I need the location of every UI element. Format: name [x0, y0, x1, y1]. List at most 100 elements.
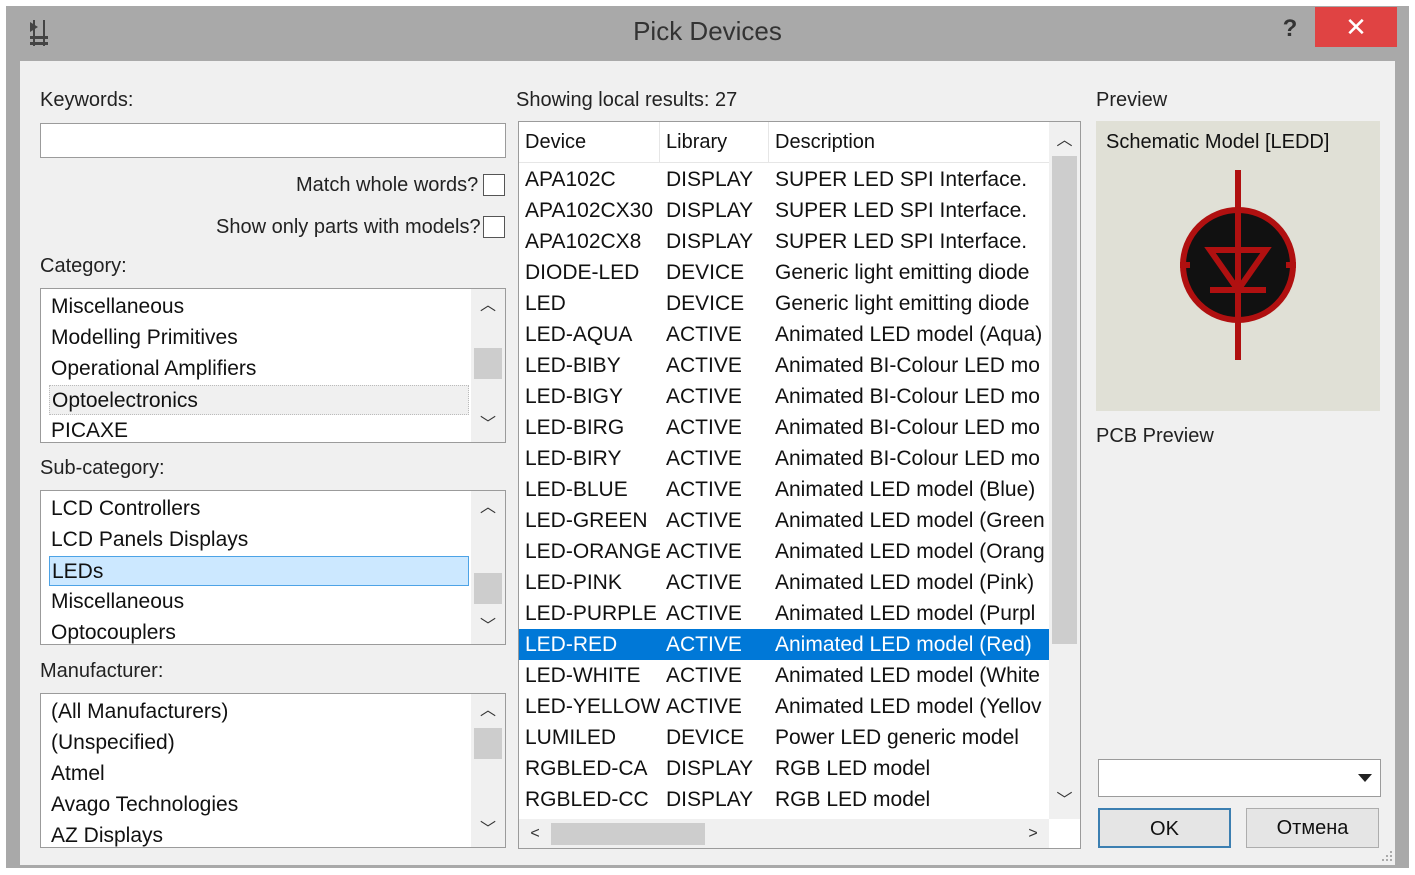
table-row[interactable]: LED-YELLOW ACTIVE Animated LED model (Yell… — [519, 691, 1049, 722]
scroll-up-arrow-icon[interactable]: ︿ — [471, 493, 505, 523]
category-list[interactable]: Miscellaneous Modelling Primitives Opera… — [40, 288, 506, 443]
list-item[interactable]: Modelling Primitives — [49, 323, 469, 353]
scroll-thumb[interactable] — [474, 573, 502, 604]
manufacturer-scrollbar[interactable]: ︿ ﹀ — [471, 694, 505, 847]
resize-grip-icon[interactable] — [1380, 849, 1394, 863]
list-item[interactable]: Avago Technologies — [49, 790, 469, 820]
cell-device: LED-GREEN — [525, 509, 648, 532]
scroll-right-arrow-icon[interactable]: > — [1019, 819, 1047, 848]
subcategory-scrollbar[interactable]: ︿ ﹀ — [471, 491, 505, 644]
table-horizontal-scrollbar[interactable]: < > — [519, 819, 1049, 848]
cell-description: Animated LED model (Purpl — [775, 602, 1036, 625]
scroll-up-arrow-icon[interactable]: ︿ — [471, 291, 505, 321]
table-row[interactable]: LED-PURPLE ACTIVE Animated LED model (Purp… — [519, 598, 1049, 629]
cell-library: DISPLAY — [666, 230, 754, 253]
keywords-input[interactable] — [40, 123, 506, 158]
cell-description: Animated LED model (Blue) — [775, 478, 1036, 501]
column-header-library[interactable]: Library — [660, 122, 769, 162]
cell-device: DIODE-LED — [525, 261, 640, 284]
table-row[interactable]: APA102CX8 DISPLAY SUPER LED SPI Interface. — [519, 226, 1049, 257]
cell-device: RGBLED-CC — [525, 788, 649, 811]
list-item-selected[interactable]: LEDs — [49, 556, 469, 586]
table-row[interactable]: RGBLED-CC DISPLAY RGB LED model — [519, 784, 1049, 815]
list-item[interactable]: Miscellaneous — [49, 292, 469, 322]
list-item[interactable]: (All Manufacturers) — [49, 697, 469, 727]
list-item-focused[interactable]: Optoelectronics — [49, 385, 469, 415]
cancel-button[interactable]: Отмена — [1246, 808, 1379, 848]
schematic-preview: Schematic Model [LEDD] — [1096, 121, 1380, 411]
cell-description: Animated BI-Colour LED mo — [775, 354, 1040, 377]
scroll-thumb[interactable] — [551, 823, 705, 845]
scroll-down-arrow-icon[interactable]: ﹀ — [1049, 786, 1080, 816]
table-row[interactable]: LED-GREEN ACTIVE Animated LED model (Green — [519, 505, 1049, 536]
table-row[interactable]: LUMILED DEVICE Power LED generic model — [519, 722, 1049, 753]
table-row[interactable]: LED-AQUA ACTIVE Animated LED model (Aqua) — [519, 319, 1049, 350]
match-whole-words-checkbox[interactable] — [483, 174, 505, 196]
help-button[interactable]: ? — [1272, 12, 1308, 46]
table-row[interactable]: RGBLED-CA DISPLAY RGB LED model — [519, 753, 1049, 784]
pick-devices-window: Pick Devices ? ✕ Keywords: Match whole w… — [6, 6, 1409, 868]
table-row[interactable]: DIODE-LED DEVICE Generic light emitting di… — [519, 257, 1049, 288]
list-item[interactable]: LCD Controllers — [49, 494, 469, 524]
table-row[interactable]: APA102CX30 DISPLAY SUPER LED SPI Interface… — [519, 195, 1049, 226]
close-button[interactable]: ✕ — [1315, 7, 1397, 47]
scroll-left-arrow-icon[interactable]: < — [521, 819, 549, 848]
table-row[interactable]: LED-BIBY ACTIVE Animated BI-Colour LED mo — [519, 350, 1049, 381]
table-row[interactable]: APA102C DISPLAY SUPER LED SPI Interface. — [519, 164, 1049, 195]
cell-device: LED-BLUE — [525, 478, 628, 501]
pcb-preview-area — [1096, 457, 1380, 747]
table-row[interactable]: LED DEVICE Generic light emitting diode — [519, 288, 1049, 319]
scroll-thumb[interactable] — [474, 348, 502, 379]
cell-description: Animated LED model (Aqua) — [775, 323, 1043, 346]
cell-device: LED-YELLOW — [525, 695, 660, 718]
scroll-up-arrow-icon[interactable]: ︿ — [471, 696, 505, 726]
table-row[interactable]: LED-BIRG ACTIVE Animated BI-Colour LED mo — [519, 412, 1049, 443]
list-item[interactable]: Miscellaneous — [49, 587, 469, 617]
cell-description: Animated LED model (Yellov — [775, 695, 1042, 718]
footprint-select[interactable] — [1098, 759, 1381, 797]
match-whole-words-label: Match whole words? — [296, 174, 479, 196]
cell-description: Animated LED model (Red) — [775, 633, 1032, 656]
table-row[interactable]: LED-BIGY ACTIVE Animated BI-Colour LED mo — [519, 381, 1049, 412]
list-item[interactable]: LCD Panels Displays — [49, 525, 469, 555]
table-row[interactable]: LED-WHITE ACTIVE Animated LED model (White — [519, 660, 1049, 691]
list-item[interactable]: Atmel — [49, 759, 469, 789]
list-item[interactable]: PICAXE — [49, 416, 469, 442]
column-header-description[interactable]: Description — [769, 122, 1049, 162]
title-bar[interactable]: Pick Devices ? ✕ — [6, 6, 1409, 58]
show-only-models-checkbox[interactable] — [483, 216, 505, 238]
ok-button[interactable]: OK — [1098, 808, 1231, 848]
list-item[interactable]: Operational Amplifiers — [49, 354, 469, 384]
table-row[interactable]: LED-BIRY ACTIVE Animated BI-Colour LED mo — [519, 443, 1049, 474]
cell-library: ACTIVE — [666, 323, 742, 346]
scroll-down-arrow-icon[interactable]: ﹀ — [471, 410, 505, 440]
results-table[interactable]: Device Library Description APA102C DISPLA… — [518, 121, 1081, 849]
list-item[interactable]: AZ Displays — [49, 821, 469, 847]
scroll-thumb[interactable] — [474, 728, 502, 759]
chevron-down-icon[interactable] — [1358, 774, 1372, 782]
cell-library: DISPLAY — [666, 168, 754, 191]
subcategory-list[interactable]: LCD Controllers LCD Panels Displays LEDs… — [40, 490, 506, 645]
scroll-down-arrow-icon[interactable]: ﹀ — [471, 612, 505, 642]
category-scrollbar[interactable]: ︿ ﹀ — [471, 289, 505, 442]
table-vertical-scrollbar[interactable]: ︿ ﹀ — [1049, 122, 1080, 819]
scroll-thumb[interactable] — [1052, 156, 1077, 644]
cell-description: Animated BI-Colour LED mo — [775, 385, 1040, 408]
table-row[interactable]: LED-BLUE ACTIVE Animated LED model (Blue) — [519, 474, 1049, 505]
manufacturer-label: Manufacturer: — [40, 660, 164, 682]
cell-description: Animated LED model (Orang — [775, 540, 1045, 563]
list-item[interactable]: (Unspecified) — [49, 728, 469, 758]
subcategory-label: Sub-category: — [40, 457, 165, 479]
scroll-down-arrow-icon[interactable]: ﹀ — [471, 815, 505, 845]
column-header-device[interactable]: Device — [519, 122, 660, 162]
cell-library: ACTIVE — [666, 385, 742, 408]
scroll-up-arrow-icon[interactable]: ︿ — [1049, 126, 1080, 156]
cell-device: APA102C — [525, 168, 616, 191]
window-title: Pick Devices — [633, 16, 782, 46]
table-row[interactable]: LED-PINK ACTIVE Animated LED model (Pink) — [519, 567, 1049, 598]
table-row[interactable]: LED-ORANGE ACTIVE Animated LED model (Oran… — [519, 536, 1049, 567]
preview-label: Preview — [1096, 89, 1168, 111]
list-item[interactable]: Optocouplers — [49, 618, 469, 644]
table-row-selected[interactable]: LED-RED ACTIVE Animated LED model (Red) — [519, 629, 1049, 660]
manufacturer-list[interactable]: (All Manufacturers) (Unspecified) Atmel … — [40, 693, 506, 848]
